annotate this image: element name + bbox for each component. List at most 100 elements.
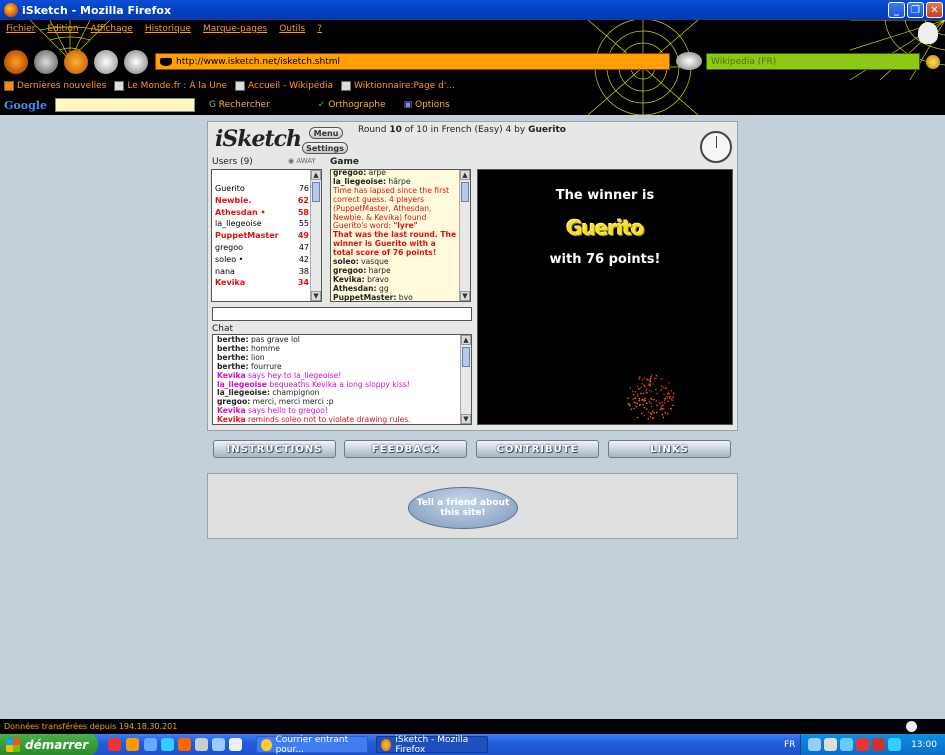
reload-button[interactable] [64, 50, 88, 74]
user-row[interactable]: soleo • 42 [213, 254, 309, 266]
go-button[interactable] [676, 52, 702, 70]
tray-icon[interactable] [888, 738, 901, 751]
quicklaunch-icon[interactable] [108, 738, 121, 751]
forward-button[interactable] [34, 50, 58, 74]
menu-help[interactable]: ? [311, 24, 328, 42]
quicklaunch-icon[interactable] [229, 738, 242, 751]
instructions-button[interactable]: INSTRUCTIONS [213, 440, 336, 458]
chat-author: la_liegeoise [217, 379, 267, 389]
quicklaunch-icon[interactable] [195, 738, 208, 751]
firework-spark [659, 402, 662, 405]
scroll-up-icon[interactable]: ▲ [311, 170, 321, 180]
away-toggle[interactable]: ◉ AWAY [288, 157, 316, 165]
close-button[interactable]: ✕ [926, 2, 943, 18]
log-word: "lyre" [393, 221, 418, 231]
search-input[interactable]: Wikipedia (FR) [706, 53, 920, 70]
bookmark-label: Wiktionnaire:Page d'... [354, 81, 455, 91]
google-logo[interactable]: Google [4, 99, 47, 112]
spelling-button[interactable]: ✓ Orthographe [318, 100, 386, 110]
scroll-thumb[interactable] [462, 347, 470, 367]
menu-history[interactable]: Historique [139, 24, 197, 42]
game-log: gregoo: arpe la_liegeoise: hârpe Time has … [333, 168, 457, 303]
firework-spark [660, 389, 662, 392]
game-log-scrollbar[interactable]: ▲ ▼ [459, 170, 470, 301]
search-go-icon[interactable] [926, 55, 940, 69]
quicklaunch-icon[interactable] [144, 738, 157, 751]
language-indicator[interactable]: FR [784, 740, 795, 750]
quicklaunch-icon[interactable] [212, 738, 225, 751]
chat-scrollbar[interactable]: ▲ ▼ [460, 335, 471, 424]
user-row[interactable]: nana 38 [213, 266, 309, 278]
firework-spark [645, 389, 647, 392]
links-button[interactable]: LINKS [608, 440, 731, 458]
quicklaunch-icon[interactable] [126, 738, 139, 751]
users-scrollbar[interactable]: ▲ ▼ [310, 170, 321, 301]
bookmark-lemonde[interactable]: Le Monde.fr : À la Une [114, 81, 227, 91]
minimize-button[interactable]: _ [888, 2, 905, 18]
menu-bookmarks[interactable]: Marque-pages [197, 24, 273, 42]
user-row[interactable]: la_liegeoise 55 [213, 218, 309, 230]
tray-icon[interactable] [840, 738, 853, 751]
firework-spark [641, 382, 643, 385]
maximize-button[interactable]: ❐ [907, 2, 924, 18]
scroll-down-icon[interactable]: ▼ [311, 291, 321, 301]
bookmarks-bar: Dernières nouvelles Le Monde.fr : À la U… [4, 79, 455, 93]
stop-button[interactable] [94, 50, 118, 74]
quicklaunch-icon[interactable] [161, 738, 174, 751]
firework-spark [638, 376, 641, 379]
google-search-button[interactable]: G Rechercher [209, 100, 270, 110]
firework-spark [645, 408, 648, 410]
bookmark-wikipedia[interactable]: Accueil - Wikipédia [235, 81, 333, 91]
task-firefox[interactable]: iSketch - Mozilla Firefox [376, 735, 488, 755]
contribute-button[interactable]: CONTRIBUTE [476, 440, 599, 458]
chat-input[interactable] [212, 307, 472, 321]
bookmark-news[interactable]: Dernières nouvelles [4, 81, 106, 91]
tray-icon[interactable] [808, 738, 821, 751]
log-text: arpe [366, 168, 386, 177]
chat-author: Kevika [217, 406, 246, 416]
firework-spark [651, 410, 654, 412]
scroll-up-icon[interactable]: ▲ [461, 335, 471, 345]
user-name: Kevika [215, 278, 246, 288]
tray-icon[interactable] [856, 738, 869, 751]
window-title: iSketch - Mozilla Firefox [22, 3, 172, 17]
options-button[interactable]: ▣ Options [404, 100, 450, 110]
tell-friend-button[interactable]: Tell a friend about this site! [408, 487, 518, 529]
user-row[interactable]: Athesdan • 58 [213, 207, 309, 219]
scroll-thumb[interactable] [312, 182, 320, 202]
scroll-up-icon[interactable]: ▲ [460, 170, 470, 180]
tray-icon[interactable] [872, 738, 885, 751]
scroll-thumb[interactable] [461, 182, 469, 202]
google-search-input[interactable] [54, 98, 195, 112]
start-button[interactable]: démarrer [0, 734, 98, 755]
settings-button[interactable]: Settings [302, 142, 348, 154]
firework-spark [642, 403, 644, 406]
chat-text: lion [248, 352, 265, 362]
scroll-down-icon[interactable]: ▼ [461, 414, 471, 424]
user-name: la_liegeoise [215, 219, 262, 229]
home-button[interactable] [124, 50, 148, 74]
back-button[interactable] [4, 50, 28, 74]
start-label: démarrer [25, 737, 89, 752]
task-mail[interactable]: Courrier entrant pour... [256, 735, 368, 755]
bookmark-wiktionary[interactable]: Wiktionnaire:Page d'... [341, 81, 455, 91]
firework-spark [661, 388, 663, 390]
scroll-down-icon[interactable]: ▼ [460, 291, 470, 301]
menu-file[interactable]: Fichier [0, 24, 41, 42]
menu-view[interactable]: Affichage [85, 24, 139, 42]
firework-spark [661, 401, 664, 403]
user-row[interactable]: gregoo 47 [213, 242, 309, 254]
feedback-button[interactable]: FEEDBACK [344, 440, 467, 458]
quicklaunch-icon[interactable] [178, 738, 191, 751]
menu-tools[interactable]: Outils [273, 24, 311, 42]
menu-button[interactable]: Menu [309, 127, 343, 139]
tray-icon[interactable] [824, 738, 837, 751]
user-row[interactable]: Kevika 34 [213, 277, 309, 289]
drawing-canvas[interactable] [477, 169, 733, 425]
url-bar[interactable]: http://www.isketch.net/isketch.shtml [155, 53, 670, 70]
winner-line-1: The winner is [555, 188, 655, 203]
user-row[interactable]: Guerito 76 [213, 183, 309, 195]
user-row[interactable]: Newbie. 62 [213, 195, 309, 207]
user-row[interactable]: PuppetMaster 49 [213, 230, 309, 242]
menu-edit[interactable]: Édition [41, 24, 84, 42]
